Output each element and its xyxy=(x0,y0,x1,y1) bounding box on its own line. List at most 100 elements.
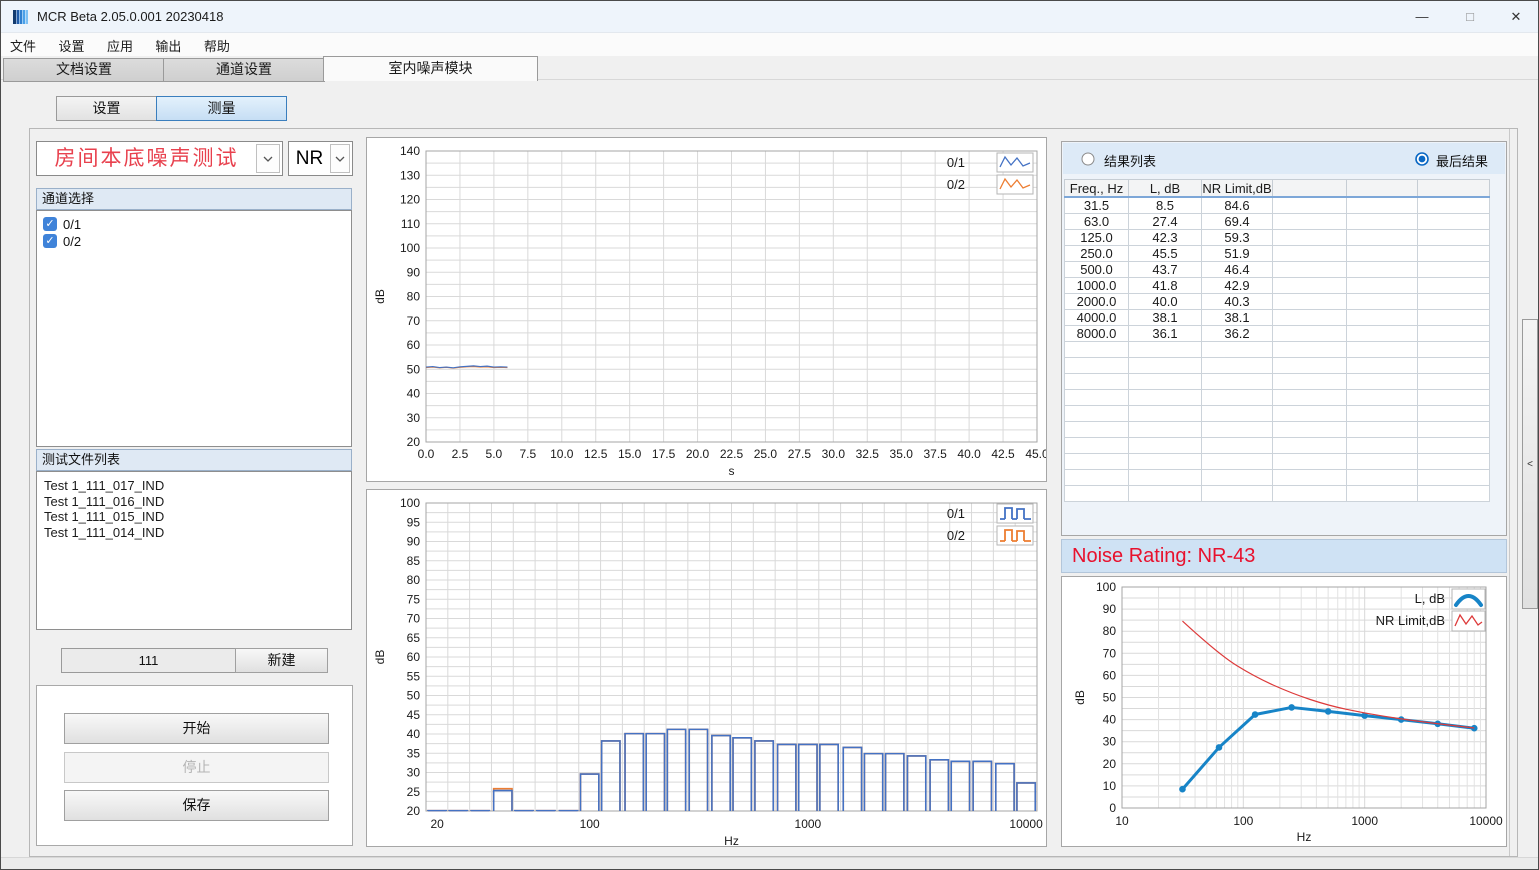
time-history-plot: 20304050607080901001101201301400.02.55.0… xyxy=(367,138,1046,481)
table-row xyxy=(1065,438,1490,454)
svg-text:110: 110 xyxy=(401,217,420,231)
close-button[interactable]: ✕ xyxy=(1493,1,1539,32)
test-type-combobox[interactable]: 房间本底噪声测试 xyxy=(36,141,283,176)
table-cell xyxy=(1347,390,1418,406)
file-list-item[interactable]: Test 1_111_017_IND xyxy=(37,478,351,494)
svg-text:30: 30 xyxy=(407,411,421,425)
table-cell: 63.0 xyxy=(1065,214,1129,230)
file-name-input[interactable]: 111 xyxy=(61,648,236,673)
main-tab-strip: 文档设置 通道设置 室内噪声模块 xyxy=(1,56,1539,80)
svg-text:10: 10 xyxy=(1103,779,1117,793)
save-button[interactable]: 保存 xyxy=(64,790,329,821)
table-cell: 8000.0 xyxy=(1065,326,1129,342)
menu-item-apply[interactable]: 应用 xyxy=(98,33,142,58)
channel-row-0-2[interactable]: ✓ 0/2 xyxy=(43,233,81,249)
svg-text:0/1: 0/1 xyxy=(947,155,965,170)
table-cell xyxy=(1273,294,1347,310)
tab-room-noise-module[interactable]: 室内噪声模块 xyxy=(323,56,538,81)
svg-text:70: 70 xyxy=(407,314,421,328)
spectrum-plot: 2025303540455055606570758085909510020100… xyxy=(367,490,1046,846)
rating-type-dropdown-arrow[interactable] xyxy=(330,144,350,173)
svg-text:42.5: 42.5 xyxy=(991,447,1015,461)
chevron-left-icon: < xyxy=(1527,459,1533,470)
results-table[interactable]: Freq., HzL, dBNR Limit,dB31.58.584.663.0… xyxy=(1064,179,1490,502)
rating-type-combobox[interactable]: NR xyxy=(288,141,353,176)
results-table-header: Freq., Hz xyxy=(1065,180,1129,198)
subtab-measure[interactable]: 测量 xyxy=(156,96,287,121)
results-table-wrap: Freq., HzL, dBNR Limit,dB31.58.584.663.0… xyxy=(1064,179,1490,502)
svg-text:70: 70 xyxy=(407,612,421,626)
file-list-item[interactable]: Test 1_111_016_IND xyxy=(37,494,351,510)
channel-row-0-1[interactable]: ✓ 0/1 xyxy=(43,216,81,232)
radio-result-list-label[interactable]: 结果列表 xyxy=(1104,151,1156,170)
results-table-header: NR Limit,dB xyxy=(1202,180,1273,198)
svg-text:27.5: 27.5 xyxy=(788,447,812,461)
checkbox-checked-icon[interactable]: ✓ xyxy=(43,217,57,231)
svg-text:80: 80 xyxy=(407,290,421,304)
table-cell xyxy=(1347,310,1418,326)
checkbox-checked-icon[interactable]: ✓ xyxy=(43,234,57,248)
svg-text:130: 130 xyxy=(400,168,420,182)
menu-item-help[interactable]: 帮助 xyxy=(195,33,239,58)
table-cell xyxy=(1347,358,1418,374)
test-type-dropdown-arrow[interactable] xyxy=(256,144,280,173)
svg-text:17.5: 17.5 xyxy=(652,447,676,461)
table-cell xyxy=(1273,470,1347,486)
collapse-panel-button[interactable]: < xyxy=(1522,319,1538,609)
table-cell: 125.0 xyxy=(1065,230,1129,246)
svg-text:20: 20 xyxy=(407,804,421,818)
svg-text:30.0: 30.0 xyxy=(822,447,846,461)
tab-channel-settings[interactable]: 通道设置 xyxy=(163,58,325,82)
table-row: 63.027.469.4 xyxy=(1065,214,1490,230)
start-button[interactable]: 开始 xyxy=(64,713,329,744)
table-row: 8000.036.136.2 xyxy=(1065,326,1490,342)
new-file-button[interactable]: 新建 xyxy=(235,648,328,673)
table-cell xyxy=(1202,486,1273,502)
stop-button[interactable]: 停止 xyxy=(64,752,329,783)
table-cell xyxy=(1418,390,1490,406)
table-cell xyxy=(1273,374,1347,390)
table-cell: 2000.0 xyxy=(1065,294,1129,310)
menu-item-output[interactable]: 输出 xyxy=(146,33,190,58)
maximize-button[interactable]: □ xyxy=(1447,1,1493,32)
panel-divider xyxy=(1509,129,1510,856)
file-list-item[interactable]: Test 1_111_014_IND xyxy=(37,525,351,541)
table-cell: 31.5 xyxy=(1065,197,1129,214)
table-cell: 41.8 xyxy=(1129,278,1202,294)
svg-text:dB: dB xyxy=(373,289,387,304)
svg-text:60: 60 xyxy=(407,338,421,352)
menu-item-file[interactable]: 文件 xyxy=(1,33,45,58)
table-cell xyxy=(1347,342,1418,358)
svg-text:90: 90 xyxy=(407,535,421,549)
svg-text:NR Limit,dB: NR Limit,dB xyxy=(1376,613,1445,628)
test-file-list[interactable]: Test 1_111_017_IND Test 1_111_016_IND Te… xyxy=(36,471,352,630)
table-cell: 36.1 xyxy=(1129,326,1202,342)
table-cell xyxy=(1129,406,1202,422)
subtab-settings[interactable]: 设置 xyxy=(56,96,157,121)
radio-unselected-icon[interactable] xyxy=(1081,152,1095,166)
menu-item-settings[interactable]: 设置 xyxy=(49,33,93,58)
channel-label: 0/1 xyxy=(63,217,81,232)
table-cell: 46.4 xyxy=(1202,262,1273,278)
radio-selected-icon[interactable] xyxy=(1415,152,1429,166)
table-row xyxy=(1065,358,1490,374)
svg-text:L, dB: L, dB xyxy=(1415,591,1445,606)
table-cell xyxy=(1418,454,1490,470)
tab-document-settings[interactable]: 文档设置 xyxy=(3,58,165,82)
svg-text:0/2: 0/2 xyxy=(947,528,965,543)
table-cell: 84.6 xyxy=(1202,197,1273,214)
table-cell xyxy=(1129,342,1202,358)
table-cell xyxy=(1273,342,1347,358)
radio-last-result-label[interactable]: 最后结果 xyxy=(1436,151,1488,170)
table-cell xyxy=(1273,358,1347,374)
svg-text:100: 100 xyxy=(1096,580,1116,594)
file-list-item[interactable]: Test 1_111_015_IND xyxy=(37,509,351,525)
svg-text:40: 40 xyxy=(407,387,421,401)
table-cell xyxy=(1347,246,1418,262)
table-cell xyxy=(1347,438,1418,454)
test-type-value: 房间本底噪声测试 xyxy=(37,142,256,175)
table-row xyxy=(1065,470,1490,486)
svg-text:75: 75 xyxy=(407,592,421,606)
minimize-button[interactable]: — xyxy=(1399,1,1445,32)
table-cell xyxy=(1418,246,1490,262)
